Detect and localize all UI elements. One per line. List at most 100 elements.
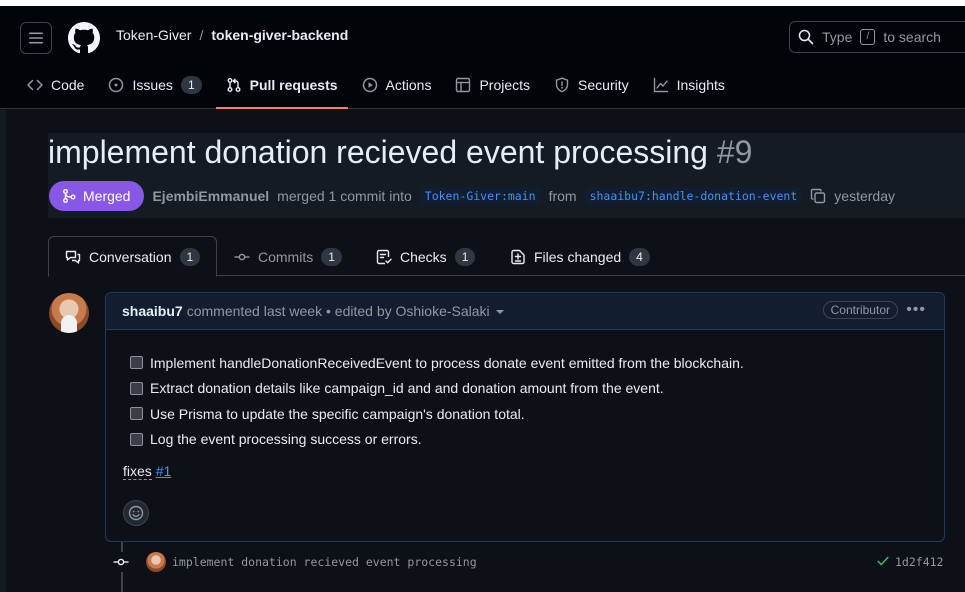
task-list: Implement handleDonationReceivedEvent to…: [130, 350, 744, 452]
github-logo-icon[interactable]: [68, 22, 100, 54]
tab-conversation[interactable]: Conversation 1: [48, 236, 218, 277]
contributor-badge: Contributor: [822, 301, 898, 319]
git-commit-icon: [113, 558, 129, 566]
task-label: Extract donation details like campaign_i…: [150, 380, 664, 397]
task-list-item: Use Prisma to update the specific campai…: [130, 401, 744, 427]
pr-title-text: implement donation recieved event proces…: [48, 134, 708, 170]
nav-code-label: Code: [51, 76, 85, 93]
check-icon[interactable]: [876, 554, 890, 568]
nav-projects[interactable]: Projects: [445, 68, 540, 101]
nav-pull-requests[interactable]: Pull requests: [215, 68, 348, 109]
comment-header: shaaibu7 commented last week • edited by…: [106, 293, 944, 330]
task-checkbox[interactable]: [130, 356, 143, 370]
table-icon: [456, 77, 471, 92]
checklist-icon: [376, 249, 392, 264]
from-text: from: [548, 188, 577, 204]
menu-button[interactable]: [20, 22, 52, 54]
fixes-label: fixes: [123, 463, 152, 480]
tab-commits-count: 1: [321, 247, 342, 266]
caret-down-icon: [495, 310, 504, 315]
pr-title: implement donation recieved event proces…: [48, 134, 752, 171]
hamburger-icon: [29, 32, 43, 44]
graph-icon: [653, 77, 668, 92]
nav-security[interactable]: Security: [544, 68, 639, 101]
repo-owner-link[interactable]: Token-Giver: [116, 27, 191, 43]
tab-files-changed-count: 4: [629, 247, 650, 266]
global-header: Token-Giver / token-giver-backend Type /…: [0, 6, 965, 109]
comment-author-link[interactable]: shaaibu7: [122, 303, 183, 319]
repo-nav: Code Issues 1 Pull requests Actions Proj…: [17, 68, 739, 109]
tab-checks-count: 1: [454, 247, 476, 266]
commit-sha-link[interactable]: 1d2f412: [895, 555, 943, 569]
search-placeholder-after: to search: [883, 29, 941, 45]
nav-actions[interactable]: Actions: [352, 68, 442, 101]
tab-commits-label: Commits: [258, 248, 314, 265]
search-icon: [798, 29, 814, 45]
comment-edited-dropdown[interactable]: • edited by Oshioke-Salaki: [326, 303, 504, 319]
nav-security-label: Security: [578, 76, 629, 93]
file-diff-icon: [511, 249, 525, 264]
merged-status-badge: Merged: [49, 181, 145, 211]
search-input[interactable]: Type / to search: [789, 21, 965, 53]
nav-insights-label: Insights: [676, 76, 725, 93]
merger-link[interactable]: EjembiEmmanuel: [152, 188, 269, 204]
task-list-item: Extract donation details like campaign_i…: [130, 376, 744, 402]
author-avatar[interactable]: [49, 293, 89, 333]
task-label: Implement handleDonationReceivedEvent to…: [150, 354, 744, 371]
head-branch[interactable]: shaaibu7:handle-donation-event: [584, 187, 803, 205]
nav-issues-count: 1: [180, 75, 202, 94]
nav-projects-label: Projects: [479, 76, 531, 93]
shield-icon: [555, 77, 569, 92]
git-pull-request-icon: [227, 77, 241, 92]
tab-files-changed[interactable]: Files changed 4: [494, 236, 666, 277]
copy-icon[interactable]: [810, 188, 826, 204]
pr-tabs: Conversation 1 Commits 1 Checks 1 Files …: [48, 236, 965, 277]
breadcrumb: Token-Giver / token-giver-backend: [116, 27, 348, 43]
pr-number: #9: [716, 134, 753, 170]
task-list-item: Implement handleDonationReceivedEvent to…: [130, 350, 744, 376]
search-shortcut-key: /: [860, 29, 876, 45]
search-placeholder-before: Type: [822, 29, 853, 45]
left-rail: [0, 110, 6, 592]
comment-time: commented last week: [186, 303, 323, 319]
repo-name-link[interactable]: token-giver-backend: [211, 27, 348, 43]
tab-commits[interactable]: Commits 1: [218, 236, 358, 277]
commit-message-link[interactable]: implement donation recieved event proces…: [172, 555, 477, 569]
timeline-commit-node: [106, 552, 136, 572]
pr-description-comment: shaaibu7 commented last week • edited by…: [105, 292, 945, 542]
task-list-item: Log the event processing success or erro…: [130, 427, 744, 453]
merged-status-label: Merged: [83, 188, 131, 204]
task-checkbox[interactable]: [130, 381, 143, 395]
task-label: Log the event processing success or erro…: [150, 431, 422, 448]
nav-insights[interactable]: Insights: [643, 68, 735, 101]
play-icon: [362, 77, 377, 92]
fixes-line: fixes #1: [123, 463, 172, 480]
base-branch[interactable]: Token-Giver:main: [419, 187, 541, 205]
comment-edited-label: • edited by Oshioke-Salaki: [326, 303, 490, 319]
tab-files-changed-label: Files changed: [534, 248, 622, 265]
tab-checks[interactable]: Checks 1: [360, 236, 491, 277]
linked-issue-link[interactable]: #1: [156, 463, 172, 479]
comment-discussion-icon: [65, 250, 81, 264]
issue-opened-icon: [109, 77, 124, 92]
task-label: Use Prisma to update the specific campai…: [150, 405, 525, 422]
tab-conversation-label: Conversation: [89, 248, 172, 265]
commit-author-avatar[interactable]: [146, 552, 166, 572]
nav-issues[interactable]: Issues 1: [98, 68, 211, 101]
task-checkbox[interactable]: [130, 432, 143, 446]
nav-pull-requests-label: Pull requests: [249, 76, 338, 93]
code-icon: [27, 79, 43, 90]
nav-actions-label: Actions: [385, 76, 432, 93]
kebab-horizontal-icon[interactable]: •••: [906, 301, 926, 319]
smiley-icon: [128, 505, 144, 521]
git-commit-icon: [234, 253, 250, 260]
tab-checks-label: Checks: [400, 248, 447, 265]
breadcrumb-separator: /: [199, 27, 204, 43]
task-checkbox[interactable]: [130, 407, 143, 421]
git-merge-icon: [63, 189, 76, 203]
nav-code[interactable]: Code: [17, 68, 94, 101]
add-reaction-button[interactable]: [123, 500, 149, 526]
nav-issues-label: Issues: [132, 76, 173, 93]
merge-time: yesterday: [834, 188, 895, 204]
merge-action-text: merged 1 commit into: [277, 188, 412, 204]
